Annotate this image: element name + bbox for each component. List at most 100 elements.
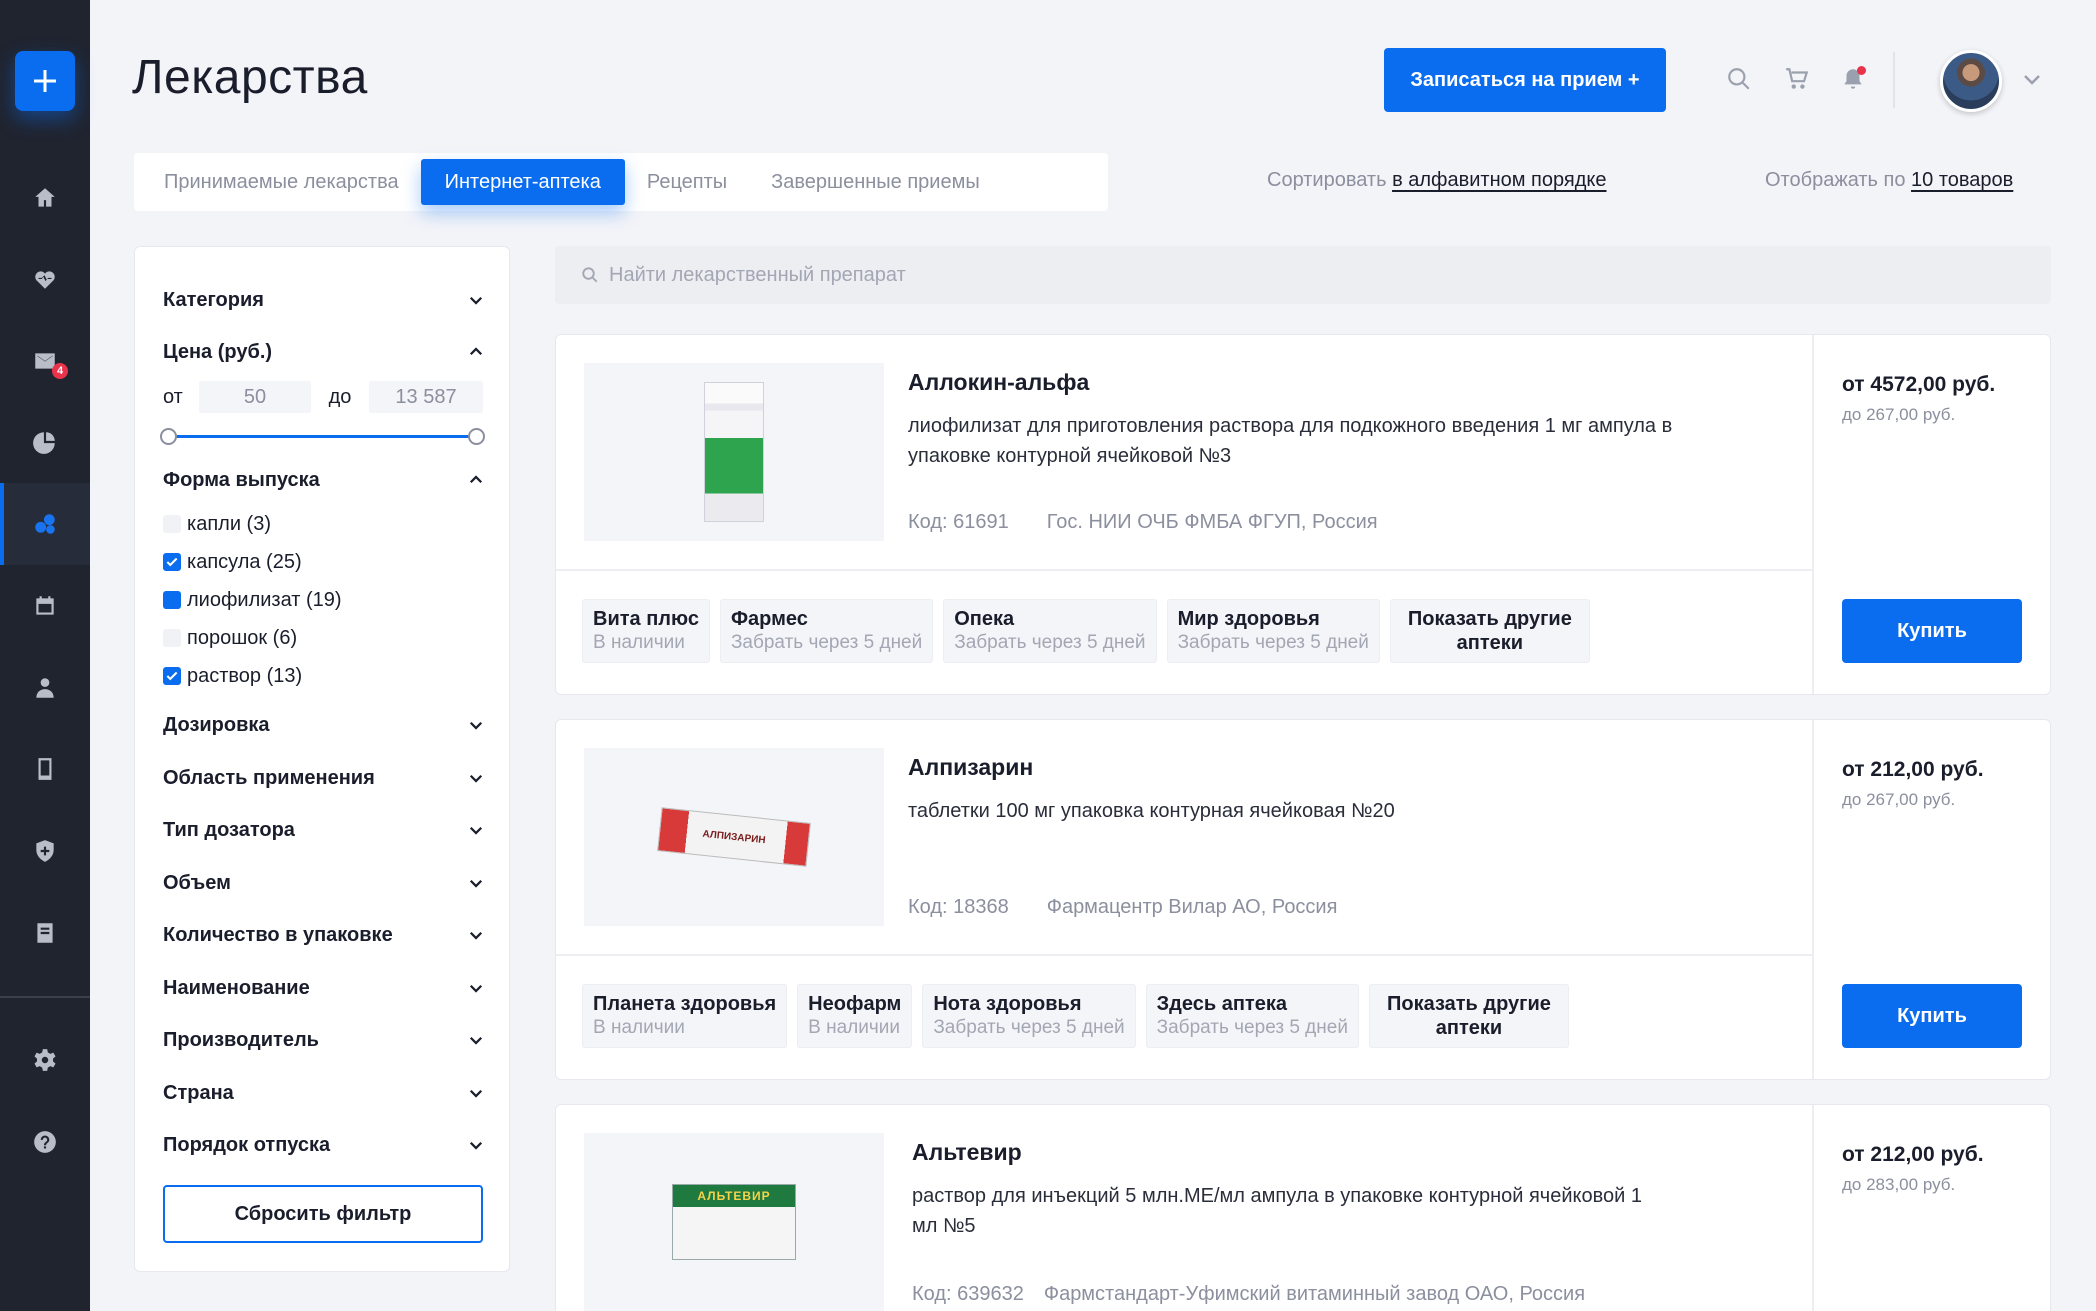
header-divider — [1893, 52, 1895, 108]
reset-filter-button[interactable]: Сбросить фильтр — [163, 1185, 483, 1243]
filter-price[interactable]: Цена (руб.) — [163, 337, 485, 367]
avatar[interactable] — [1940, 50, 2002, 112]
book-icon — [37, 923, 53, 943]
nav-settings[interactable] — [0, 1030, 90, 1090]
chevron-down-icon[interactable] — [2020, 68, 2044, 92]
chevron-up-icon — [469, 347, 483, 356]
display-count-link[interactable]: 10 товаров — [1911, 169, 2013, 191]
form-option[interactable]: капли (3) — [163, 511, 271, 537]
nav-devices[interactable] — [0, 739, 90, 799]
filter-manufacturer[interactable]: Производитель — [163, 1025, 485, 1055]
product-name[interactable]: Альтевир — [912, 1139, 1022, 1166]
card-divider — [556, 954, 1812, 956]
pharmacy-chip[interactable]: Вита плюс В наличии — [582, 599, 710, 663]
nav-calendar[interactable] — [0, 576, 90, 636]
chevron-down-icon — [469, 1089, 483, 1098]
nav-help[interactable] — [0, 1112, 90, 1172]
sort-value-link[interactable]: в алфавитном порядке — [1392, 169, 1606, 191]
notifications-button[interactable] — [1838, 64, 1868, 94]
pharmacy-chip[interactable]: Мир здоровья Забрать через 5 дней — [1166, 599, 1380, 663]
pharmacy-list: Вита плюс В наличии Фармес Забрать через… — [582, 599, 1590, 663]
search-field[interactable]: Найти лекарственный препарат — [555, 246, 2051, 304]
filter-category-label: Категория — [163, 288, 264, 311]
price-from-input[interactable]: 50 — [199, 381, 311, 413]
filter-pack-quantity[interactable]: Количество в упаковке — [163, 920, 485, 950]
nav-records[interactable] — [0, 903, 90, 963]
price-slider-track[interactable] — [169, 435, 477, 438]
tab-online-pharmacy[interactable]: Интернет-аптека — [420, 159, 625, 205]
checkbox[interactable] — [163, 515, 181, 533]
form-option-label: лиофилизат (19) — [187, 588, 342, 611]
pharmacy-chip[interactable]: Планета здоровья В наличии — [582, 984, 788, 1048]
nav-statistics[interactable] — [0, 412, 90, 472]
product-description: лиофилизат для приготовления раствора дл… — [908, 415, 1673, 467]
form-option[interactable]: лиофилизат (19) — [163, 587, 342, 613]
chevron-down-icon — [469, 826, 483, 835]
buy-button[interactable]: Купить — [1842, 599, 2022, 663]
card-divider — [1812, 1105, 1814, 1311]
filter-application-area[interactable]: Область применения — [163, 763, 485, 793]
nav-insurance[interactable] — [0, 821, 90, 881]
product-price-max: до 283,00 руб. — [1842, 1175, 1956, 1194]
filter-volume[interactable]: Объем — [163, 868, 485, 898]
form-option[interactable]: порошок (6) — [163, 625, 297, 651]
pharmacy-chip[interactable]: Здесь аптека Забрать через 5 дней — [1145, 984, 1359, 1048]
form-option-label: порошок (6) — [187, 626, 298, 649]
filter-name[interactable]: Наименование — [163, 973, 485, 1003]
nav-home[interactable] — [0, 168, 90, 228]
nav-pharmacy[interactable] — [0, 483, 90, 565]
pharmacy-list: Планета здоровья В наличии Неофарм В нал… — [582, 984, 1569, 1048]
show-more-pharmacies-button[interactable]: Показать другие аптеки — [1368, 984, 1569, 1048]
filter-category[interactable]: Категория — [163, 285, 485, 315]
pharmacy-chip[interactable]: Неофарм В наличии — [797, 984, 913, 1048]
product-name[interactable]: Алпизарин — [908, 754, 1033, 781]
price-to-label: до — [328, 385, 352, 408]
filter-application-area-label: Область применения — [163, 766, 375, 789]
price-to-input[interactable]: 13 587 — [369, 381, 483, 413]
appointment-button[interactable]: Записаться на прием + — [1384, 48, 1666, 112]
price-slider-min-handle[interactable] — [160, 428, 177, 445]
checkbox[interactable] — [163, 591, 181, 609]
tabs: Принимаемые лекарства Интернет-аптека Ре… — [134, 153, 1108, 211]
checkbox[interactable] — [163, 629, 181, 647]
chevron-down-icon — [469, 984, 483, 993]
price-slider-max-handle[interactable] — [468, 428, 485, 445]
chevron-down-icon — [469, 879, 483, 888]
filter-country[interactable]: Страна — [163, 1078, 485, 1108]
tab-prescriptions[interactable]: Рецепты — [625, 159, 749, 205]
checkbox[interactable] — [163, 553, 181, 571]
pharmacy-chip[interactable]: Фармес Забрать через 5 дней — [719, 599, 934, 663]
product-description: раствор для инъекций 5 млн.МЕ/мл ампула … — [912, 1185, 1642, 1237]
form-option[interactable]: капсула (25) — [163, 549, 302, 575]
add-button[interactable] — [15, 51, 75, 111]
show-more-label: Показать другие аптеки — [1407, 608, 1572, 654]
filter-dispenser-type[interactable]: Тип дозатора — [163, 815, 485, 845]
nav-messages[interactable]: 4 — [0, 331, 90, 391]
filter-form[interactable]: Форма выпуска — [163, 465, 485, 495]
pharmacy-chip[interactable]: Нота здоровья Забрать через 5 дней — [922, 984, 1136, 1048]
chevron-down-icon — [469, 1141, 483, 1150]
nav-doctors[interactable] — [0, 658, 90, 718]
sidebar: 4 — [0, 0, 90, 1311]
nav-health[interactable] — [0, 249, 90, 309]
pharmacy-status: Забрать через 5 дней — [933, 1017, 1125, 1038]
box-label: АЛПИЗАРИН — [701, 828, 767, 846]
pharmacy-name: Неофарм — [808, 993, 902, 1015]
product-card: АЛЬТЕВИР Альтевир раствор для инъекций 5… — [555, 1104, 2051, 1311]
tab-taken-medicines[interactable]: Принимаемые лекарства — [142, 159, 421, 205]
buy-button[interactable]: Купить — [1842, 984, 2022, 1048]
product-meta: Код: 639632 Фармстандарт-Уфимский витамин… — [912, 1283, 1585, 1306]
filter-dosage[interactable]: Дозировка — [163, 710, 485, 740]
cart-button[interactable] — [1782, 64, 1812, 94]
form-option[interactable]: раствор (13) — [163, 663, 302, 689]
tab-completed-appointments[interactable]: Завершенные приемы — [749, 159, 1002, 205]
filter-dispensing-order[interactable]: Порядок отпуска — [163, 1130, 485, 1160]
checkbox[interactable] — [163, 667, 181, 685]
sort-label: Сортировать — [1267, 169, 1387, 191]
pharmacy-chip[interactable]: Опека Забрать через 5 дней — [943, 599, 1157, 663]
product-name[interactable]: Аллокин-альфа — [908, 369, 1089, 396]
show-more-pharmacies-button[interactable]: Показать другие аптеки — [1389, 599, 1590, 663]
product-price: от 212,00 руб. — [1842, 1143, 1984, 1166]
pharmacy-status: Забрать через 5 дней — [1177, 632, 1369, 653]
search-button[interactable] — [1724, 64, 1754, 94]
